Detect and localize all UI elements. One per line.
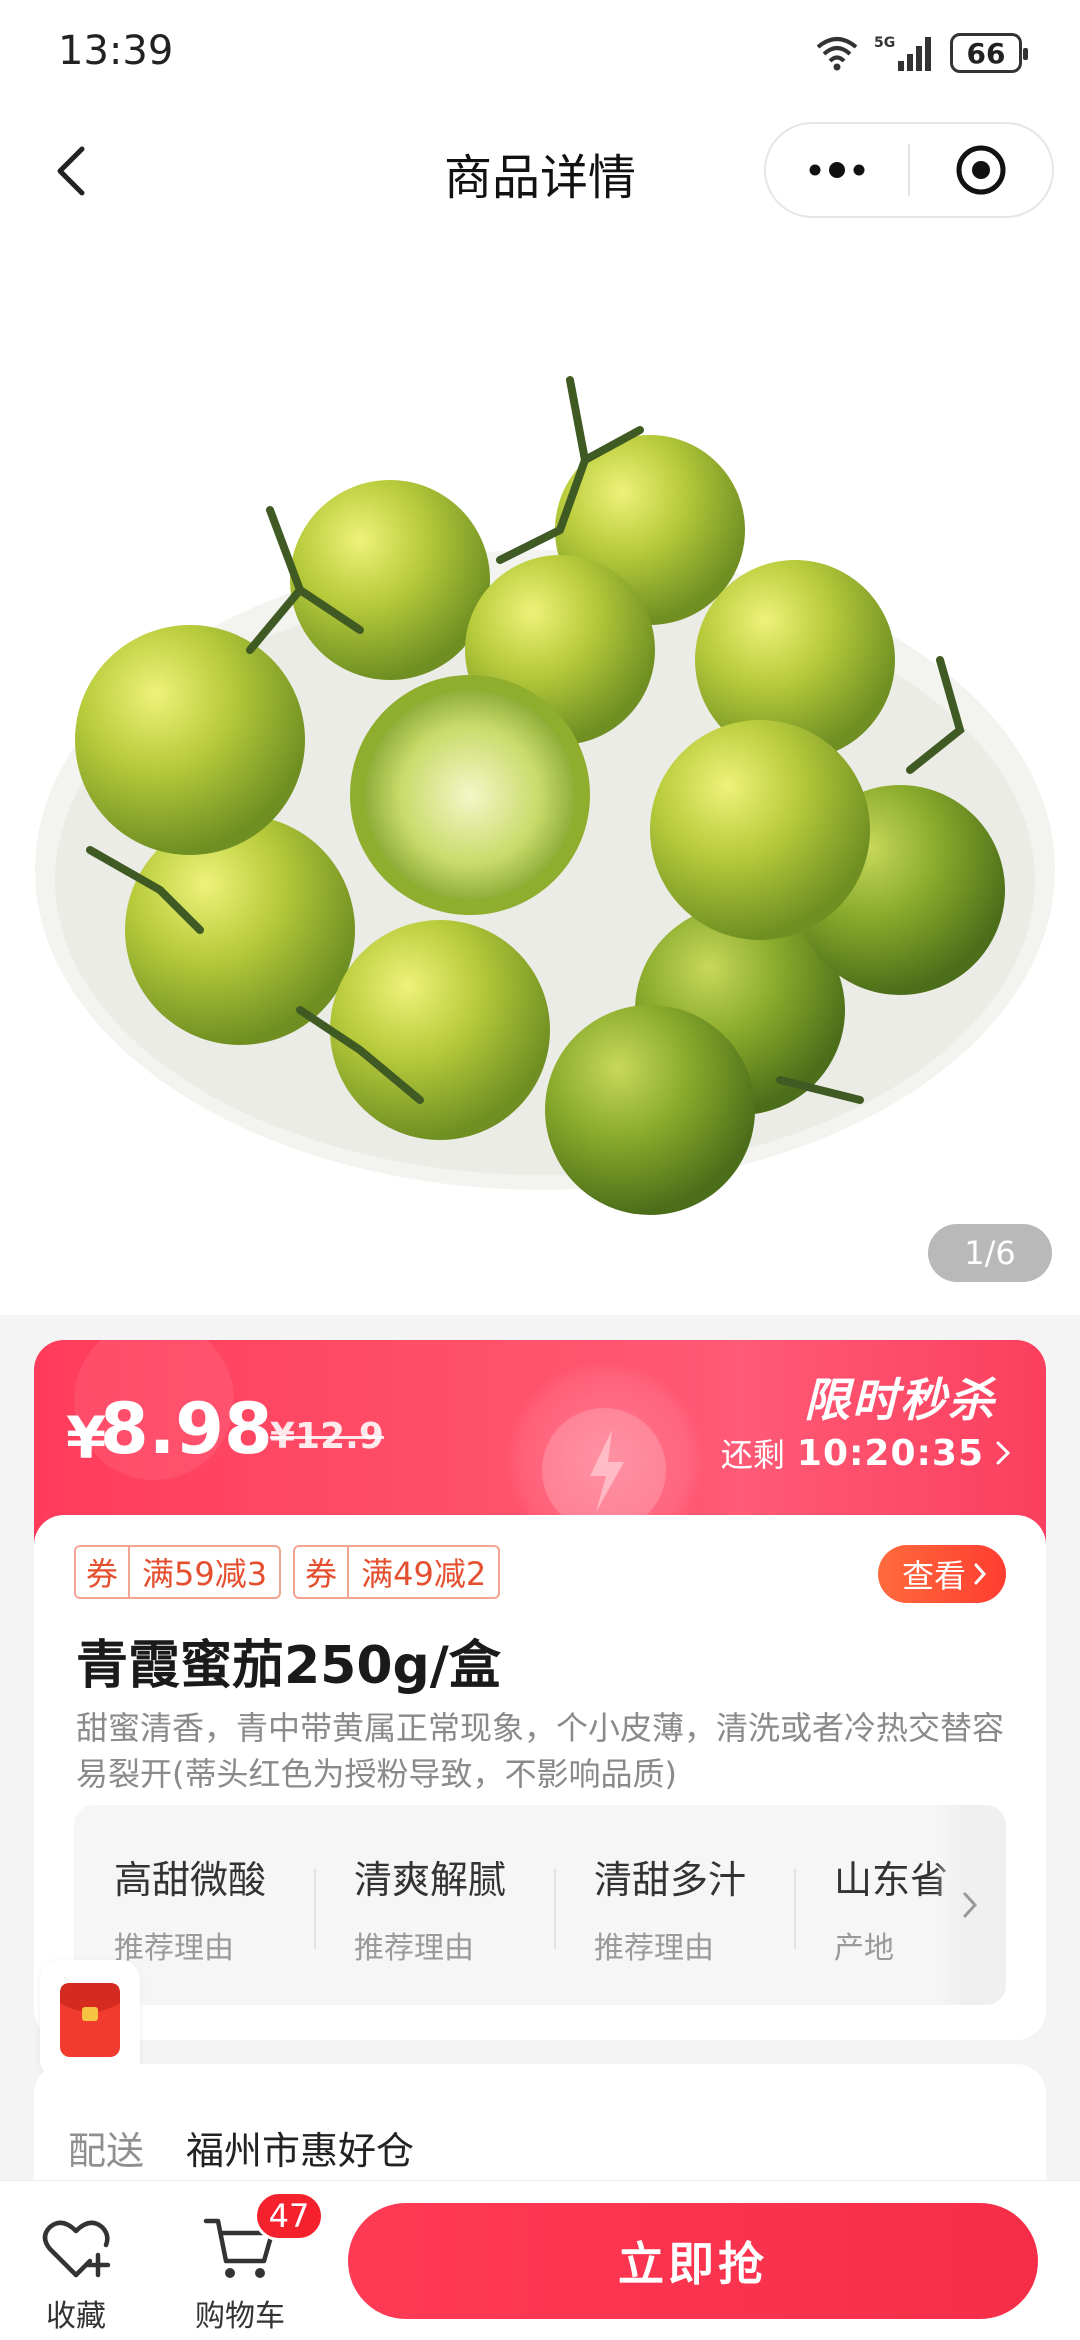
cart-label: 购物车 <box>195 2299 285 2334</box>
countdown-time: 10:20:35 <box>796 1432 984 1474</box>
feature-label: 推荐理由 <box>114 1931 234 1966</box>
status-time: 13:39 <box>58 28 174 74</box>
original-price: ¥12.9 <box>270 1416 384 1457</box>
bottom-action-bar: 收藏 47 购物车 立即抢 <box>0 2180 1080 2340</box>
coupon-amount: 满59减3 <box>142 1555 268 1593</box>
coupon-amount: 满49减2 <box>361 1555 487 1593</box>
feature-label: 产地 <box>834 1931 894 1966</box>
feature-label: 推荐理由 <box>354 1931 474 1966</box>
nav-bar: 商品详情 <box>0 110 1080 230</box>
network-type: 5G <box>874 35 895 51</box>
view-button-label: 查看 <box>901 1557 966 1595</box>
red-envelope-icon <box>60 1983 120 2057</box>
feature-value: 清甜多汁 <box>594 1858 747 1902</box>
favorite-button[interactable]: 收藏 <box>6 2181 146 2340</box>
product-image[interactable] <box>0 230 1080 1315</box>
chevron-right-icon <box>996 1441 1010 1465</box>
delivery-label: 配送 <box>68 2129 145 2173</box>
features-more-button[interactable] <box>934 1805 1006 2005</box>
buy-now-button[interactable]: 立即抢 <box>348 2203 1038 2319</box>
coupon-tag: 券 <box>76 1547 131 1597</box>
feature-list[interactable]: 高甜微酸 推荐理由 清爽解腻 推荐理由 清甜多汁 推荐理由 山东省 产地 <box>74 1805 1006 2005</box>
countdown-prefix: 还剩 <box>720 1436 785 1474</box>
status-icons: 5G 66 <box>814 28 1028 78</box>
delivery-warehouse: 福州市惠好仓 <box>186 2129 415 2173</box>
page: 13:39 5G 66 商品详情 1/6 ¥ 8.98 ¥12.9 限时秒杀 还… <box>0 0 1080 2340</box>
chevron-right-icon <box>974 1563 986 1585</box>
feature-item: 清甜多汁 推荐理由 <box>554 1805 794 2005</box>
wifi-icon <box>816 37 858 71</box>
close-mini-program-button[interactable] <box>910 124 1052 216</box>
status-bar: 13:39 5G 66 <box>0 0 1080 110</box>
mini-program-capsule <box>764 122 1054 218</box>
more-button[interactable] <box>766 124 908 216</box>
coupon-list: 券 满59减3 券 满49减2 <box>74 1545 501 1599</box>
green-tomatoes-photo <box>35 376 1055 1215</box>
battery-icon: 66 <box>950 33 1028 73</box>
feature-item: 清爽解腻 推荐理由 <box>314 1805 554 2005</box>
cellular-signal-icon: 5G <box>874 35 931 71</box>
sale-price: 8.98 <box>100 1388 273 1470</box>
coupon-tag: 券 <box>295 1547 350 1597</box>
product-title: 青霞蜜茄250g/盒 <box>76 1636 501 1696</box>
more-dots-icon <box>809 162 865 178</box>
cart-count-badge: 47 <box>254 2191 324 2241</box>
sale-countdown[interactable]: 还剩 10:20:35 <box>721 1430 1010 1476</box>
red-packet-button[interactable] <box>40 1960 140 2080</box>
target-close-icon <box>956 145 1006 195</box>
product-info-card: 券 满59减3 券 满49减2 查看 青霞蜜茄250g/盒 甜蜜清香，青中带黄属… <box>34 1515 1046 2040</box>
feature-value: 清爽解腻 <box>354 1858 507 1902</box>
coupon[interactable]: 券 满49减2 <box>293 1545 501 1599</box>
cart-button[interactable]: 47 购物车 <box>170 2181 324 2340</box>
view-coupons-button[interactable]: 查看 <box>877 1545 1006 1603</box>
battery-level: 66 <box>966 36 1006 70</box>
feature-label: 推荐理由 <box>594 1931 714 1966</box>
flash-sale-title: 限时秒杀 <box>804 1373 996 1427</box>
feature-value: 山东省 <box>834 1858 949 1902</box>
image-counter: 1/6 <box>928 1224 1052 1282</box>
product-description: 甜蜜清香，青中带黄属正常现象，个小皮薄，清洗或者冷热交替容易裂开(蒂头红色为授粉… <box>76 1709 1005 1793</box>
coupon[interactable]: 券 满59减3 <box>74 1545 282 1599</box>
chevron-right-icon <box>963 1892 977 1918</box>
feature-value: 高甜微酸 <box>114 1858 267 1902</box>
favorite-label: 收藏 <box>46 2299 106 2334</box>
heart-plus-icon <box>42 2220 111 2278</box>
